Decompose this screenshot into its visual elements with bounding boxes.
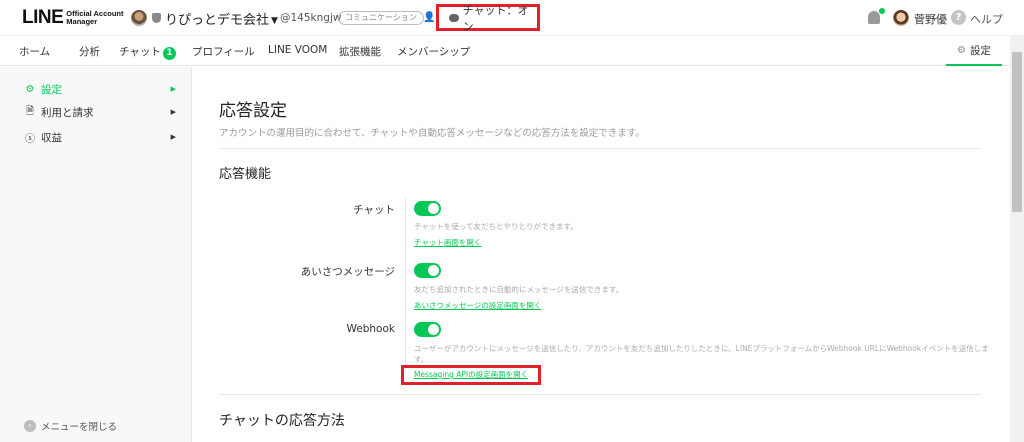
account-switcher[interactable]: りぴっとデモ会社 ▼ — [165, 9, 278, 28]
chat-status-toggle[interactable]: チャット：オン — [436, 3, 540, 33]
sidebar-item-settings[interactable]: ⚙ 設定 ▶ — [24, 81, 176, 97]
annotation-highlight-box — [401, 365, 541, 385]
scrollbar-thumb[interactable] — [1012, 52, 1022, 212]
webhook-row-description: ユーザーがアカウントにメッセージを送信したり、アカウントを友だち追加したりしたと… — [414, 344, 989, 364]
arrow-right-icon: ▶ — [170, 133, 176, 141]
members-icon[interactable]: 👤 — [423, 12, 435, 23]
user-name[interactable]: 菅野優 — [914, 11, 947, 27]
chat-bubble-icon — [449, 13, 459, 22]
arrow-right-icon: ▶ — [170, 85, 176, 93]
caret-down-icon: ▼ — [271, 16, 278, 26]
greeting-row-description: 友だち追加されたときに自動的にメッセージを送信できます。 — [414, 285, 624, 294]
page-scrollbar[interactable] — [1010, 36, 1024, 442]
plan-badge[interactable]: コミュニケーション — [338, 11, 424, 25]
open-chat-link[interactable]: チャット画面を開く — [414, 237, 481, 248]
logo-sub-text: Official Account Manager — [66, 10, 123, 26]
open-greeting-settings-link[interactable]: あいさつメッセージの設定画面を開く — [414, 300, 541, 311]
document-icon: 🗎 — [25, 105, 35, 117]
bell-icon[interactable] — [868, 11, 880, 24]
collapse-menu-label: メニューを閉じる — [41, 422, 118, 433]
tab-chat-label: チャット — [119, 46, 161, 58]
divider — [219, 394, 981, 395]
greeting-row-label: あいさつメッセージ — [300, 266, 395, 278]
tab-settings[interactable]: ⚙ 設定 — [946, 36, 1002, 66]
sidebar-item-label: 収益 — [41, 131, 62, 144]
sidebar-item-label: 設定 — [41, 83, 62, 96]
chat-row-label: チャット — [353, 204, 395, 216]
dollar-icon: ⓢ — [25, 133, 35, 145]
arrow-right-icon: ▶ — [170, 108, 176, 116]
account-id: @145kngjw — [280, 12, 342, 24]
tab-line-voom[interactable]: LINE VOOM — [268, 44, 327, 56]
sidebar-item-billing[interactable]: 🗎 利用と請求 ▶ — [24, 104, 176, 120]
main-nav: ホーム 分析 チャット 1 プロフィール LINE VOOM 拡張機能 メンバーシ… — [0, 36, 1024, 66]
collapse-menu-button[interactable]: ‹ メニューを閉じる — [24, 419, 117, 433]
logo-sub-line2: Manager — [66, 17, 98, 26]
gear-icon: ⚙ — [25, 83, 35, 95]
sidebar-item-label: 利用と請求 — [41, 106, 94, 119]
page-title: 応答設定 — [219, 101, 287, 121]
sidebar: ⚙ 設定 ▶ 🗎 利用と請求 ▶ ⓢ 収益 ▶ ‹ メニューを閉じる — [0, 67, 192, 442]
tab-home[interactable]: ホーム — [19, 44, 50, 59]
help-icon[interactable]: ? — [951, 10, 966, 25]
greeting-message-toggle[interactable] — [414, 263, 441, 278]
help-link[interactable]: ヘルプ — [970, 11, 1003, 27]
section-title-chat-response-method: チャットの応答方法 — [219, 413, 345, 429]
tab-chat[interactable]: チャット 1 — [119, 44, 176, 60]
line-oa-manager-logo[interactable]: LINE Official Account Manager — [22, 7, 124, 29]
form-vertical-divider — [405, 198, 406, 370]
chat-unread-badge: 1 — [162, 47, 176, 60]
page-description: アカウントの運用目的に合わせて、チャットや自動応答メッセージなどの応答方法を設定… — [219, 128, 645, 139]
user-avatar[interactable] — [893, 10, 909, 26]
tab-extensions[interactable]: 拡張機能 — [339, 44, 381, 59]
main-content: 応答設定 アカウントの運用目的に合わせて、チャットや自動応答メッセージなどの応答… — [193, 67, 1010, 442]
chat-status-label: チャット：オン — [462, 3, 529, 33]
logo-main-text: LINE — [22, 7, 64, 28]
chat-row-description: チャットを使って友だちとやりとりができます。 — [414, 222, 578, 231]
tab-analytics[interactable]: 分析 — [79, 44, 100, 59]
shield-icon — [152, 13, 161, 23]
webhook-toggle[interactable] — [414, 322, 441, 337]
tab-membership[interactable]: メンバーシップ — [397, 44, 470, 59]
gear-icon: ⚙ — [957, 44, 966, 56]
sidebar-item-revenue[interactable]: ⓢ 収益 ▶ — [24, 129, 176, 145]
section-title-response-features: 応答機能 — [219, 167, 272, 182]
tab-settings-label: 設定 — [969, 44, 991, 57]
divider — [219, 148, 981, 149]
chevron-left-icon: ‹ — [24, 420, 36, 432]
account-avatar[interactable] — [131, 10, 147, 26]
chat-toggle[interactable] — [414, 201, 441, 216]
webhook-row-label: Webhook — [346, 323, 395, 335]
account-name: りぴっとデモ会社 — [165, 13, 270, 28]
tab-profile[interactable]: プロフィール — [192, 44, 255, 59]
top-header: LINE Official Account Manager りぴっとデモ会社 ▼ … — [0, 0, 1024, 36]
notification-dot — [879, 8, 885, 14]
